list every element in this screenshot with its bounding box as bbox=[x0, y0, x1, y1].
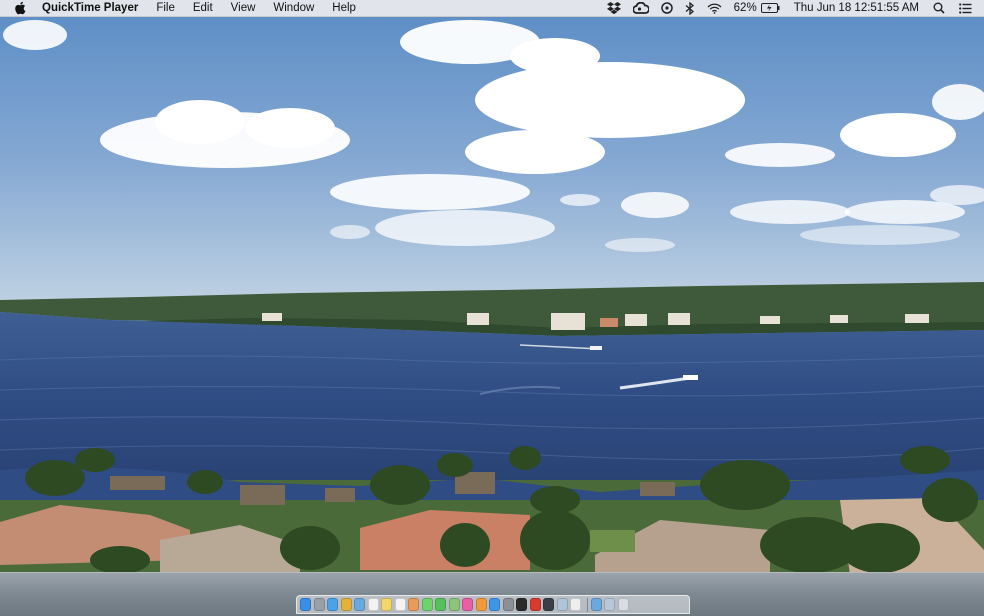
notes-icon[interactable] bbox=[381, 598, 392, 611]
finder-icon[interactable] bbox=[300, 598, 311, 611]
desktop-wallpaper bbox=[0, 0, 984, 575]
safari-icon[interactable] bbox=[327, 598, 338, 611]
bluetooth-icon[interactable] bbox=[685, 0, 695, 17]
sync-icon[interactable] bbox=[660, 0, 673, 17]
dock bbox=[296, 595, 690, 614]
calendar-icon[interactable] bbox=[367, 598, 379, 611]
chrome-icon[interactable] bbox=[340, 598, 352, 611]
documents-stack-icon[interactable] bbox=[604, 598, 615, 611]
notification-center-icon[interactable] bbox=[959, 0, 972, 17]
quicktime-icon[interactable] bbox=[543, 598, 554, 611]
battery-icon[interactable] bbox=[760, 0, 780, 17]
textedit-icon[interactable] bbox=[570, 598, 581, 611]
acrobat-icon[interactable] bbox=[529, 598, 541, 611]
wifi-icon[interactable] bbox=[707, 0, 722, 17]
clock[interactable]: Thu Jun 18 12:51:55 AM bbox=[794, 0, 919, 17]
menu-help[interactable]: Help bbox=[323, 0, 365, 17]
creative-cloud-icon[interactable] bbox=[632, 0, 649, 17]
system-preferences-icon[interactable] bbox=[502, 598, 514, 611]
ibooks-icon[interactable] bbox=[475, 598, 487, 611]
app-name-menu[interactable]: QuickTime Player bbox=[42, 0, 147, 17]
launchpad-icon[interactable] bbox=[313, 598, 325, 611]
facetime-icon[interactable] bbox=[435, 598, 446, 611]
apple-menu-icon[interactable] bbox=[14, 1, 28, 16]
downloads-stack-icon[interactable] bbox=[590, 598, 602, 611]
trash-icon[interactable] bbox=[617, 598, 629, 611]
menu-file[interactable]: File bbox=[147, 0, 184, 17]
itunes-icon[interactable] bbox=[462, 598, 473, 611]
preview-icon[interactable] bbox=[556, 598, 568, 611]
menu-edit[interactable]: Edit bbox=[184, 0, 222, 17]
menu-view[interactable]: View bbox=[222, 0, 265, 17]
terminal-icon[interactable] bbox=[516, 598, 527, 611]
menu-window[interactable]: Window bbox=[264, 0, 323, 17]
reminders-icon[interactable] bbox=[394, 598, 406, 611]
battery-percentage[interactable]: 62% bbox=[734, 0, 757, 17]
menu-bar: QuickTime Player File Edit View Window H… bbox=[0, 0, 984, 17]
dock-documents bbox=[590, 598, 632, 611]
spotlight-icon[interactable] bbox=[933, 0, 945, 17]
maps-icon[interactable] bbox=[448, 598, 460, 611]
dock-separator bbox=[586, 597, 588, 612]
messages-icon[interactable] bbox=[421, 598, 433, 611]
mail-icon[interactable] bbox=[354, 598, 365, 611]
dropbox-icon[interactable] bbox=[606, 0, 621, 17]
app-store-icon[interactable] bbox=[489, 598, 500, 611]
dock-apps bbox=[300, 598, 584, 611]
photos-icon[interactable] bbox=[408, 598, 419, 611]
